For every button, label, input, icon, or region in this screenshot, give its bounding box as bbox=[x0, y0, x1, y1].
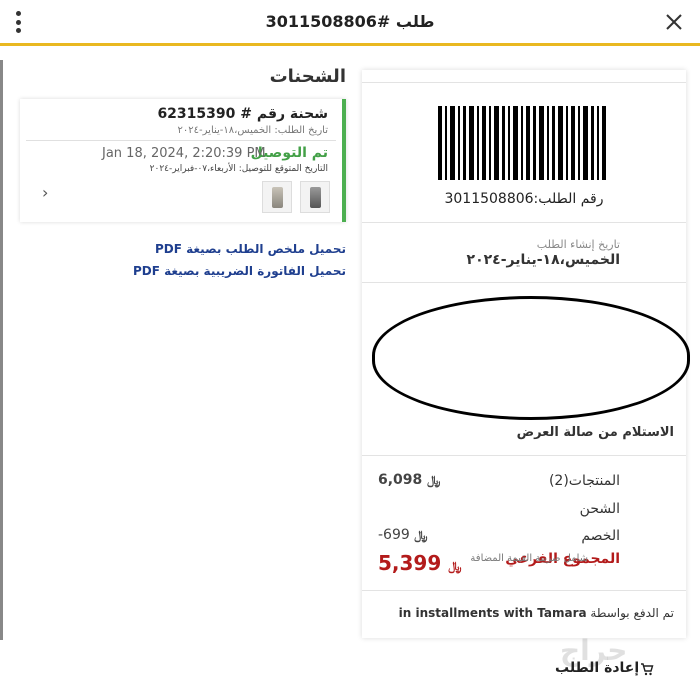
currency-symbol: ﷼ bbox=[414, 528, 428, 542]
currency-symbol: ﷼ bbox=[427, 473, 441, 487]
close-icon[interactable] bbox=[664, 12, 684, 32]
redacted-area bbox=[372, 296, 690, 420]
chevron-left-icon[interactable]: › bbox=[42, 183, 48, 202]
product-thumbnail[interactable] bbox=[300, 181, 330, 213]
shipments-heading: الشحنات bbox=[269, 66, 346, 87]
order-created-date: الخميس،١٨-يناير-٢٠٢٤ bbox=[466, 252, 620, 268]
product-thumbnail[interactable] bbox=[262, 181, 292, 213]
expected-delivery-date: التاريخ المتوقع للتوصيل: الأربعاء،٠٧-فبر… bbox=[149, 164, 328, 174]
currency-symbol: ﷼ bbox=[448, 559, 462, 573]
products-label: المنتجات(2) bbox=[548, 473, 620, 489]
download-invoice-pdf-link[interactable]: تحميل الفاتورة الضريبية بصيغة PDF bbox=[133, 264, 346, 278]
cart-icon[interactable] bbox=[640, 662, 654, 676]
divider bbox=[26, 140, 336, 141]
top-bar: طلب #3011508806 bbox=[0, 0, 700, 46]
subtotal-value: 5,399 ﷼ bbox=[378, 551, 462, 575]
delivery-timestamp: Jan 18, 2024, 2:20:39 PM bbox=[102, 146, 266, 161]
scrollbar[interactable] bbox=[0, 60, 3, 640]
shipment-order-date: تاريخ الطلب: الخميس،١٨-يناير-٢٠٢٤ bbox=[177, 125, 328, 136]
shipment-card[interactable]: شحنة رقم # 62315390 تاريخ الطلب: الخميس،… bbox=[20, 99, 346, 222]
order-details-panel: رقم الطلب:3011508806 تاريخ إنشاء الطلب ا… bbox=[362, 70, 690, 638]
divider bbox=[362, 222, 686, 223]
reorder-button[interactable]: إعادة الطلب bbox=[555, 660, 639, 676]
more-options-icon[interactable] bbox=[10, 8, 26, 36]
pickup-method: الاستلام من صالة العرض bbox=[516, 425, 674, 440]
divider bbox=[362, 455, 686, 456]
vat-note: شامل ضريبة القيمة المضافة bbox=[470, 553, 588, 564]
page-title: طلب #3011508806 bbox=[265, 12, 435, 31]
barcode bbox=[438, 106, 606, 180]
discount-label: الخصم bbox=[581, 528, 620, 544]
order-number: رقم الطلب:3011508806 bbox=[444, 191, 604, 207]
discount-value: -699 ﷼ bbox=[378, 527, 428, 543]
shipping-label: الشحن bbox=[579, 501, 620, 517]
order-created-label: تاريخ إنشاء الطلب bbox=[536, 238, 620, 251]
shipment-number: شحنة رقم # 62315390 bbox=[157, 106, 328, 122]
payment-method: تم الدفع بواسطة in installments with Tam… bbox=[398, 606, 674, 620]
divider bbox=[362, 590, 686, 591]
download-summary-pdf-link[interactable]: تحميل ملخص الطلب بصيغة PDF bbox=[155, 242, 346, 256]
divider bbox=[362, 282, 686, 283]
products-value: 6,098 ﷼ bbox=[378, 472, 441, 488]
divider bbox=[362, 82, 686, 83]
